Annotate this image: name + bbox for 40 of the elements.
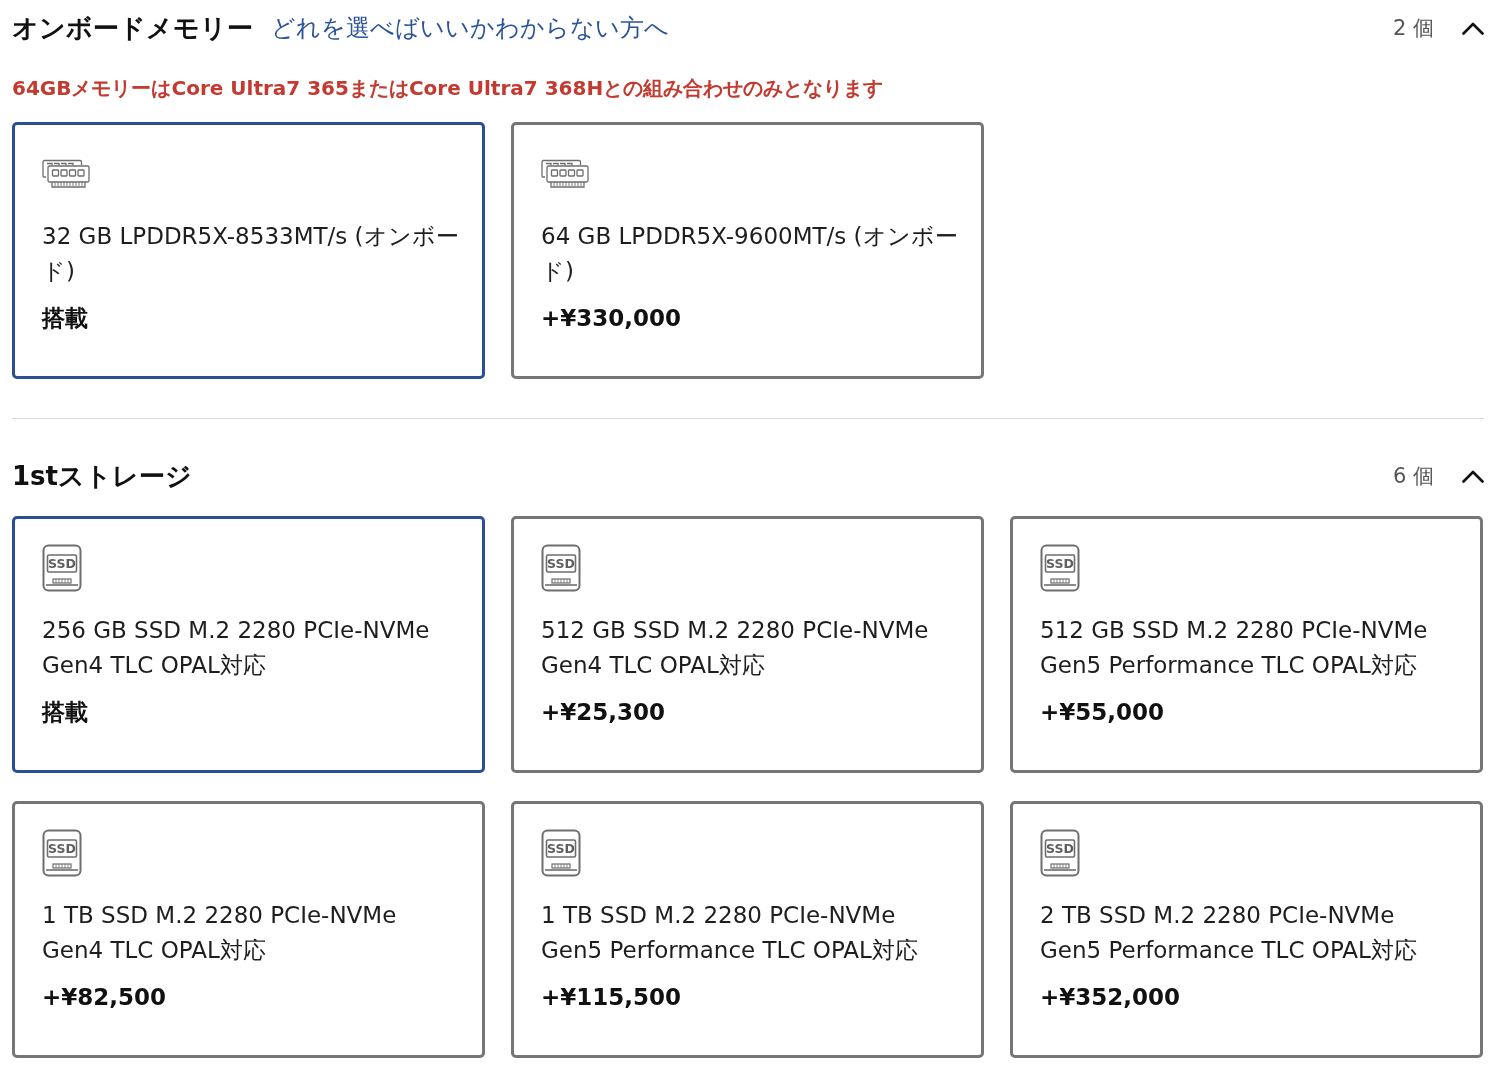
option-count: 6 個 [1392,463,1434,490]
option-count: 2 個 [1392,15,1434,42]
option-name: 32 GB LPDDR5X-8533MT/s (オンボード) [42,222,460,286]
notice-text: 64GBメモリーはCore Ultra7 365またはCore Ultra7 368Hとの組み合わせのみとなります [12,75,885,102]
option-price: 搭載 [42,304,89,333]
option-name: 256 GB SSD M.2 2280 PCIe-NVMe Gen4 TLC OPAL対応 [42,616,431,680]
memory-module-icon [42,159,90,189]
option-name: 2 TB SSD M.2 2280 PCIe-NVMe Gen5 Performance TLC OPAL対応 [1040,901,1418,965]
ssd-icon: SSD [42,544,82,592]
option-card[interactable]: 32 GB LPDDR5X-8533MT/s (オンボード) 搭載 [12,122,485,379]
help-link[interactable]: どれを選べばいいかわからない方へ [271,12,669,44]
option-name: 1 TB SSD M.2 2280 PCIe-NVMe Gen4 TLC OPAL対応 [42,901,398,965]
option-card[interactable]: SSD 1 TB SSD M.2 2280 PCIe-NVMe Gen5 Performance TLC OPAL対応 +¥115,500 [511,801,984,1058]
option-name: 512 GB SSD M.2 2280 PCIe-NVMe Gen5 Performance TLC OPAL対応 [1040,616,1429,680]
option-price: +¥330,000 [541,304,683,333]
option-price: 搭載 [42,698,89,727]
option-name: 1 TB SSD M.2 2280 PCIe-NVMe Gen5 Performance TLC OPAL対応 [541,901,919,965]
option-price: +¥82,500 [42,983,168,1012]
ssd-icon: SSD [541,544,581,592]
section-heading: 1stストレージ [12,459,192,493]
ssd-icon: SSD [1040,544,1080,592]
option-price: +¥115,500 [541,983,683,1012]
option-price: +¥25,300 [541,698,667,727]
ssd-icon: SSD [42,829,82,877]
option-card[interactable]: SSD 512 GB SSD M.2 2280 PCIe-NVMe Gen4 TLC OPAL対応 +¥25,300 [511,516,984,773]
ssd-icon: SSD [541,829,581,877]
section-heading: オンボードメモリー [12,11,253,45]
option-card[interactable]: SSD 256 GB SSD M.2 2280 PCIe-NVMe Gen4 TLC OPAL対応 搭載 [12,516,485,773]
option-name: 512 GB SSD M.2 2280 PCIe-NVMe Gen4 TLC OPAL対応 [541,616,930,680]
option-card[interactable]: SSD 1 TB SSD M.2 2280 PCIe-NVMe Gen4 TLC OPAL対応 +¥82,500 [12,801,485,1058]
chevron-up-icon[interactable] [1462,21,1484,35]
option-price: +¥55,000 [1040,698,1166,727]
chevron-up-icon[interactable] [1462,469,1484,483]
option-card[interactable]: SSD 512 GB SSD M.2 2280 PCIe-NVMe Gen5 Performance TLC OPAL対応 +¥55,000 [1010,516,1483,773]
option-card[interactable]: SSD 2 TB SSD M.2 2280 PCIe-NVMe Gen5 Performance TLC OPAL対応 +¥352,000 [1010,801,1483,1058]
ssd-icon: SSD [1040,829,1080,877]
option-card[interactable]: 64 GB LPDDR5X-9600MT/s (オンボード) +¥330,000 [511,122,984,379]
option-name: 64 GB LPDDR5X-9600MT/s (オンボード) [541,222,959,286]
memory-module-icon [541,159,589,189]
option-price: +¥352,000 [1040,983,1182,1012]
